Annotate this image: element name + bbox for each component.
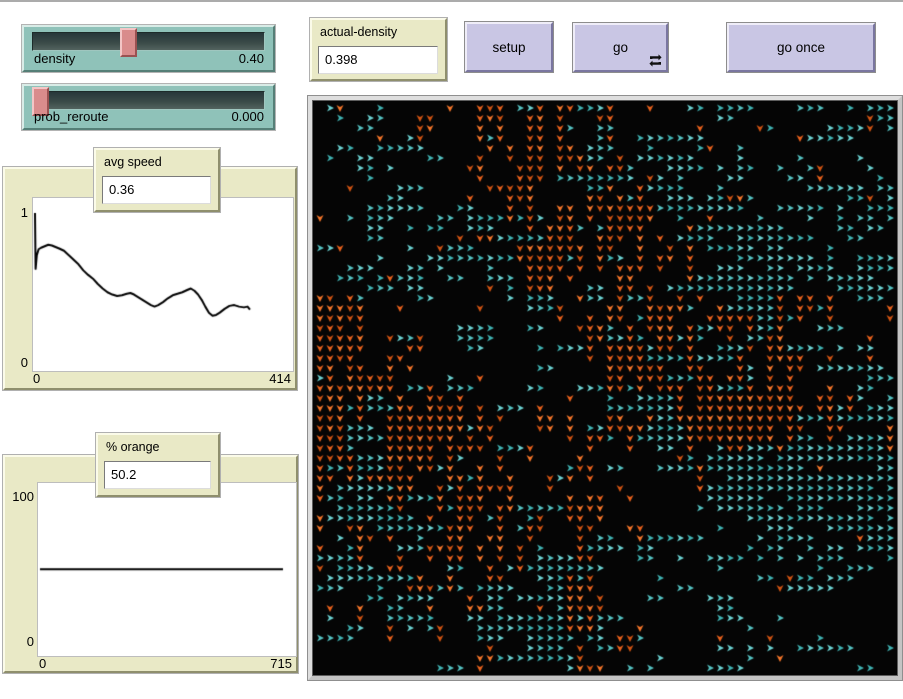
setup-button[interactable]: setup (465, 22, 553, 72)
avg-speed-monitor-value: 0.36 (102, 176, 211, 204)
actual-density-monitor: actual-density 0.398 (310, 18, 447, 81)
avg-speed-monitor-label: avg speed (104, 155, 210, 169)
prob-reroute-slider-value: 0.000 (231, 109, 264, 124)
go-once-button-label: go once (777, 40, 825, 55)
percent-orange-plot-canvas (38, 483, 296, 656)
go-once-button[interactable]: go once (727, 23, 875, 72)
avg-speed-plot-canvas (33, 198, 293, 371)
forever-icon (649, 54, 662, 67)
percent-orange-monitor: % orange 50.2 (96, 433, 220, 497)
prob-reroute-slider-track[interactable] (32, 91, 265, 110)
density-slider-track[interactable] (32, 32, 265, 51)
window-top-divider (0, 0, 903, 2)
setup-button-label: setup (492, 40, 525, 55)
avg-speed-ytick-min: 0 (7, 355, 28, 370)
avg-speed-xtick-max: 414 (235, 371, 291, 386)
actual-density-monitor-label: actual-density (320, 25, 437, 39)
percent-orange-ytick-min: 0 (6, 634, 34, 649)
prob-reroute-slider-label: prob_reroute (34, 109, 108, 124)
world-view (308, 96, 902, 680)
percent-orange-monitor-value: 50.2 (104, 461, 211, 489)
avg-speed-plot-area (32, 197, 294, 372)
avg-speed-ytick-max: 1 (7, 205, 28, 220)
world-view-canvas (315, 103, 895, 673)
density-slider[interactable]: density 0.40 (22, 25, 275, 72)
percent-orange-ytick-max: 100 (6, 489, 34, 504)
actual-density-monitor-value: 0.398 (318, 46, 438, 74)
avg-speed-monitor: avg speed 0.36 (94, 148, 220, 212)
app-window: density 0.40 prob_reroute 0.000 actual-d… (0, 0, 903, 699)
percent-orange-monitor-label: % orange (106, 440, 210, 454)
density-slider-label: density (34, 51, 75, 66)
prob-reroute-slider[interactable]: prob_reroute 0.000 (22, 84, 275, 130)
go-button-label: go (613, 40, 628, 55)
go-button[interactable]: go (573, 23, 668, 72)
percent-orange-xtick-min: 0 (39, 656, 46, 671)
percent-orange-plot-area (37, 482, 297, 657)
density-slider-value: 0.40 (239, 51, 264, 66)
avg-speed-xtick-min: 0 (33, 371, 40, 386)
percent-orange-xtick-max: 715 (235, 656, 292, 671)
